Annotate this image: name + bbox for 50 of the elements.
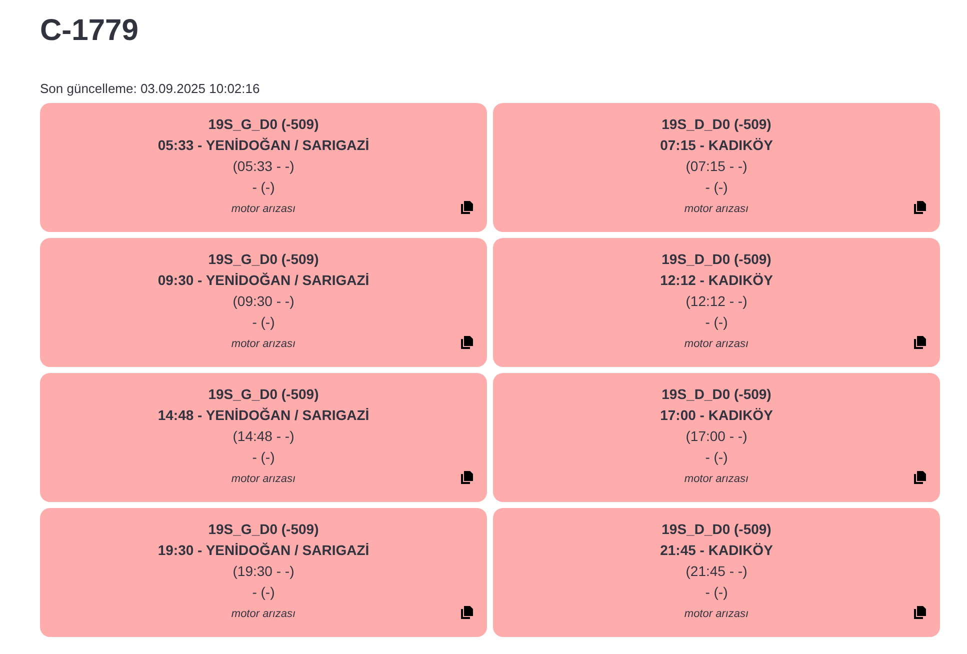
trip-note: motor arızası — [231, 607, 296, 622]
trip-note: motor arızası — [684, 337, 749, 352]
trip-times: (09:30 - -) — [232, 292, 294, 311]
trip-code: 19S_D_D0 (-509) — [662, 250, 772, 269]
trip-times: (05:33 - -) — [232, 157, 294, 176]
trip-detail: - (-) — [705, 313, 728, 332]
trip-route: 17:00 - KADIKÖY — [660, 406, 773, 425]
copy-icon[interactable] — [461, 471, 473, 484]
trip-times: (14:48 - -) — [232, 427, 294, 446]
trip-code: 19S_G_D0 (-509) — [208, 520, 319, 539]
trip-route: 12:12 - KADIKÖY — [660, 271, 773, 290]
trip-code: 19S_D_D0 (-509) — [662, 520, 772, 539]
trip-times: (19:30 - -) — [232, 562, 294, 581]
trip-detail: - (-) — [252, 313, 275, 332]
trip-detail: - (-) — [252, 448, 275, 467]
copy-icon[interactable] — [914, 606, 926, 619]
trip-note: motor arızası — [684, 472, 749, 487]
trip-detail: - (-) — [252, 583, 275, 602]
trip-route: 14:48 - YENİDOĞAN / SARIGAZİ — [158, 406, 370, 425]
trip-times: (21:45 - -) — [686, 562, 748, 581]
trip-code: 19S_G_D0 (-509) — [208, 115, 319, 134]
copy-icon[interactable] — [914, 336, 926, 349]
trip-code: 19S_D_D0 (-509) — [662, 385, 772, 404]
trip-note: motor arızası — [684, 202, 749, 217]
trip-note: motor arızası — [684, 607, 749, 622]
trip-times: (12:12 - -) — [686, 292, 748, 311]
trip-route: 05:33 - YENİDOĞAN / SARIGAZİ — [158, 136, 370, 155]
copy-icon[interactable] — [914, 201, 926, 214]
page-title: C-1779 — [40, 13, 138, 49]
trip-detail: - (-) — [705, 448, 728, 467]
trip-note: motor arızası — [231, 202, 296, 217]
trip-detail: - (-) — [252, 178, 275, 197]
last-update-text: Son güncelleme: 03.09.2025 10:02:16 — [40, 80, 260, 98]
trip-code: 19S_G_D0 (-509) — [208, 250, 319, 269]
trip-route: 07:15 - KADIKÖY — [660, 136, 773, 155]
trip-times: (07:15 - -) — [686, 157, 748, 176]
trip-code: 19S_G_D0 (-509) — [208, 385, 319, 404]
trip-route: 21:45 - KADIKÖY — [660, 541, 773, 560]
copy-icon[interactable] — [461, 336, 473, 349]
copy-icon[interactable] — [461, 606, 473, 619]
trip-route: 09:30 - YENİDOĞAN / SARIGAZİ — [158, 271, 370, 290]
trip-route: 19:30 - YENİDOĞAN / SARIGAZİ — [158, 541, 370, 560]
trip-note: motor arızası — [231, 472, 296, 487]
trip-times: (17:00 - -) — [686, 427, 748, 446]
trip-detail: - (-) — [705, 583, 728, 602]
trip-detail: - (-) — [705, 178, 728, 197]
trip-code: 19S_D_D0 (-509) — [662, 115, 772, 134]
trip-note: motor arızası — [231, 337, 296, 352]
copy-icon[interactable] — [914, 471, 926, 484]
copy-icon[interactable] — [461, 201, 473, 214]
